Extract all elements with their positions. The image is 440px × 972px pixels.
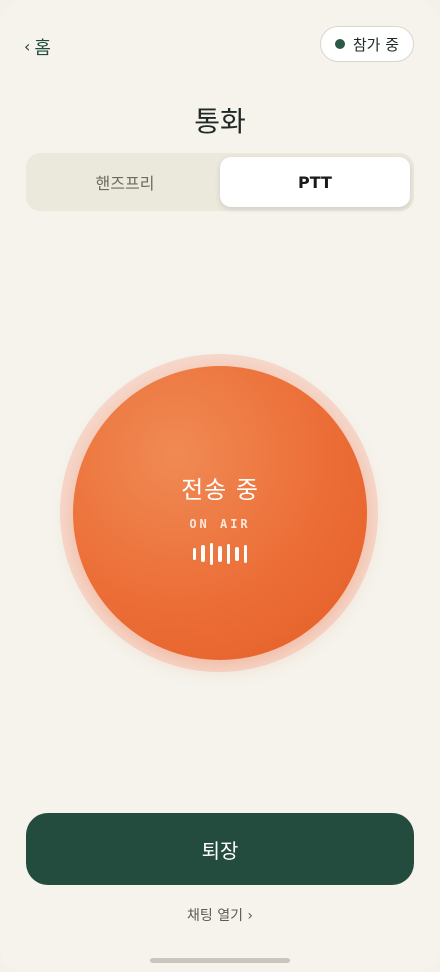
chevron-left-icon: ‹ — [24, 37, 31, 56]
waveform-bar — [243, 544, 248, 563]
waveform-bar — [192, 547, 197, 560]
audio-waveform-icon — [192, 542, 248, 565]
waveform-bar — [235, 546, 239, 561]
status-dot-icon — [334, 39, 345, 49]
participation-status-badge: 참가 중 — [319, 26, 414, 62]
status-label: 참가 중 — [352, 35, 399, 54]
leave-button[interactable]: 퇴장 — [26, 813, 414, 885]
waveform-bar — [218, 545, 222, 562]
back-home-link[interactable]: ‹ 홈 — [24, 34, 51, 60]
ptt-status-title: 전송 중 — [181, 475, 259, 504]
push-to-talk-button[interactable]: 전송 중 ON AIR — [73, 366, 367, 660]
home-indicator — [150, 958, 290, 963]
tab-ptt[interactable]: PTT — [220, 157, 410, 207]
ptt-status-subtitle: ON AIR — [189, 516, 251, 531]
call-screen: ‹ 홈 참가 중 통화 핸즈프리 PTT 전송 중 ON AIR 퇴장 채팅 열… — [0, 0, 440, 972]
waveform-bar — [226, 543, 231, 564]
open-chat-link[interactable]: 채팅 열기 › — [0, 905, 440, 925]
waveform-bar — [209, 542, 214, 565]
back-label: 홈 — [34, 38, 51, 59]
tab-handsfree[interactable]: 핸즈프리 — [30, 157, 220, 207]
waveform-bar — [201, 545, 205, 562]
mode-segmented-control: 핸즈프리 PTT — [26, 153, 414, 211]
page-title: 통화 — [194, 105, 246, 138]
